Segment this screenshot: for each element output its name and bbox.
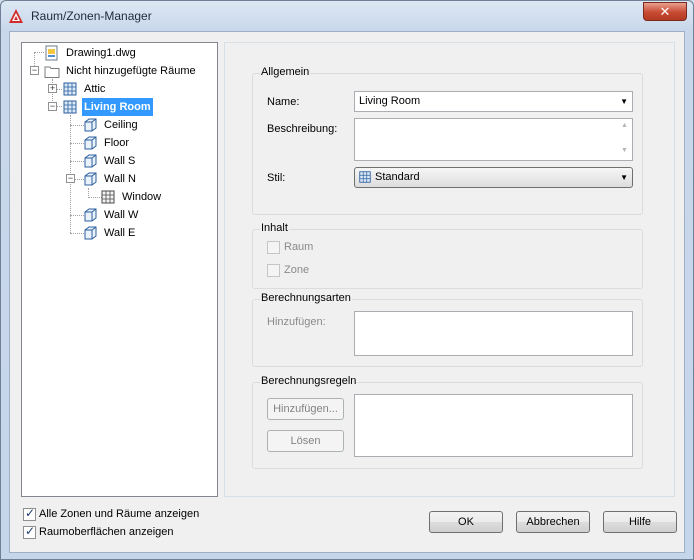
stil-combobox[interactable]: Standard ▼: [354, 167, 633, 188]
hinzufuegen-label: Hinzufügen:: [267, 316, 326, 328]
surface-icon: [84, 226, 97, 240]
checkmark-icon: ✓: [25, 524, 36, 538]
autocad-app-icon: [9, 9, 23, 23]
tree-item-label: Wall N: [104, 173, 136, 185]
beschreibung-label: Beschreibung:: [267, 123, 338, 135]
group-berechnungsarten: Berechnungsarten Hinzufügen:: [252, 292, 643, 367]
scroll-up-icon[interactable]: ▲: [617, 122, 632, 129]
chevron-down-icon[interactable]: ▼: [620, 92, 628, 111]
group-berechnungsregeln: Berechnungsregeln Hinzufügen... Lösen: [252, 375, 643, 469]
zone-label: Zone: [284, 264, 310, 276]
opening-icon: [101, 190, 115, 204]
tree-item-label: Nicht hinzugefügte Räume: [66, 65, 196, 77]
group-title: Berechnungsregeln: [260, 375, 358, 387]
tree-item-label: Wall E: [104, 227, 136, 239]
space-icon: [359, 171, 371, 183]
tree-item-label: Floor: [104, 137, 130, 149]
folder-icon: [44, 66, 60, 78]
tree-item-label: Ceiling: [104, 119, 138, 131]
name-combobox[interactable]: Living Room ▼: [354, 91, 633, 112]
add-rule-button[interactable]: Hinzufügen...: [267, 398, 344, 420]
expand-toggle[interactable]: +: [48, 84, 57, 93]
dialog-window: Raum/Zonen-Manager ✕ Drawing1.dwg − Nich…: [0, 0, 694, 560]
surface-icon: [84, 136, 97, 150]
title-bar: Raum/Zonen-Manager ✕: [1, 1, 693, 31]
tree-item-label: Living Room: [82, 98, 153, 116]
space-icon: [63, 100, 77, 114]
ok-button[interactable]: OK: [429, 511, 503, 533]
scroll-down-icon[interactable]: ▼: [617, 147, 632, 154]
tree-line: [34, 52, 44, 53]
stil-value: Standard: [375, 171, 420, 183]
group-inhalt: Inhalt Raum Zone: [252, 222, 643, 289]
collapse-toggle[interactable]: −: [48, 102, 57, 111]
remove-rule-button[interactable]: Lösen: [267, 430, 344, 452]
tree-item-label: Drawing1.dwg: [66, 47, 136, 59]
tree-item-label: Wall W: [104, 209, 139, 221]
drawing-file-icon: [45, 45, 58, 61]
tree-item-label: Window: [122, 191, 162, 203]
tree-item-label: Attic: [84, 83, 106, 95]
scrollbar[interactable]: ▲ ▼: [617, 119, 632, 160]
surface-icon: [84, 118, 97, 132]
window-title: Raum/Zonen-Manager: [31, 9, 152, 23]
berechnungsregeln-list[interactable]: [354, 394, 633, 457]
name-label: Name:: [267, 96, 300, 108]
tree-item-label: Wall S: [104, 155, 136, 167]
show-surfaces-label: Raumoberflächen anzeigen: [39, 526, 174, 538]
raum-label: Raum: [284, 241, 314, 253]
space-zone-tree[interactable]: Drawing1.dwg − Nicht hinzugefügte Räume …: [21, 42, 218, 497]
stil-label: Stil:: [267, 172, 286, 184]
surface-icon: [84, 154, 97, 168]
group-title: Berechnungsarten: [260, 292, 352, 304]
cancel-button[interactable]: Abbrechen: [516, 511, 590, 533]
space-icon: [63, 82, 77, 96]
show-surfaces-checkbox[interactable]: ✓: [23, 524, 36, 539]
berechnungsarten-list[interactable]: [354, 311, 633, 356]
show-all-label: Alle Zonen und Räume anzeigen: [39, 508, 200, 520]
dialog-client: Drawing1.dwg − Nicht hinzugefügte Räume …: [9, 31, 685, 553]
surface-icon: [84, 172, 97, 186]
checkmark-icon: ✓: [25, 506, 36, 520]
group-title: Inhalt: [260, 222, 289, 234]
surface-icon: [84, 208, 97, 222]
zone-checkbox[interactable]: [267, 264, 280, 277]
close-button[interactable]: ✕: [643, 2, 687, 21]
properties-panel: Allgemein Name: Living Room ▼ Beschreibu…: [224, 42, 675, 497]
collapse-toggle[interactable]: −: [30, 66, 39, 75]
name-value: Living Room: [359, 95, 421, 107]
help-button[interactable]: Hilfe: [603, 511, 677, 533]
chevron-down-icon[interactable]: ▼: [620, 168, 628, 187]
collapse-toggle[interactable]: −: [66, 174, 75, 183]
group-allgemein: Allgemein Name: Living Room ▼ Beschreibu…: [252, 66, 643, 215]
beschreibung-field[interactable]: ▲ ▼: [354, 118, 633, 161]
group-title: Allgemein: [260, 66, 311, 78]
show-all-checkbox[interactable]: ✓: [23, 506, 36, 521]
raum-checkbox[interactable]: [267, 241, 280, 254]
